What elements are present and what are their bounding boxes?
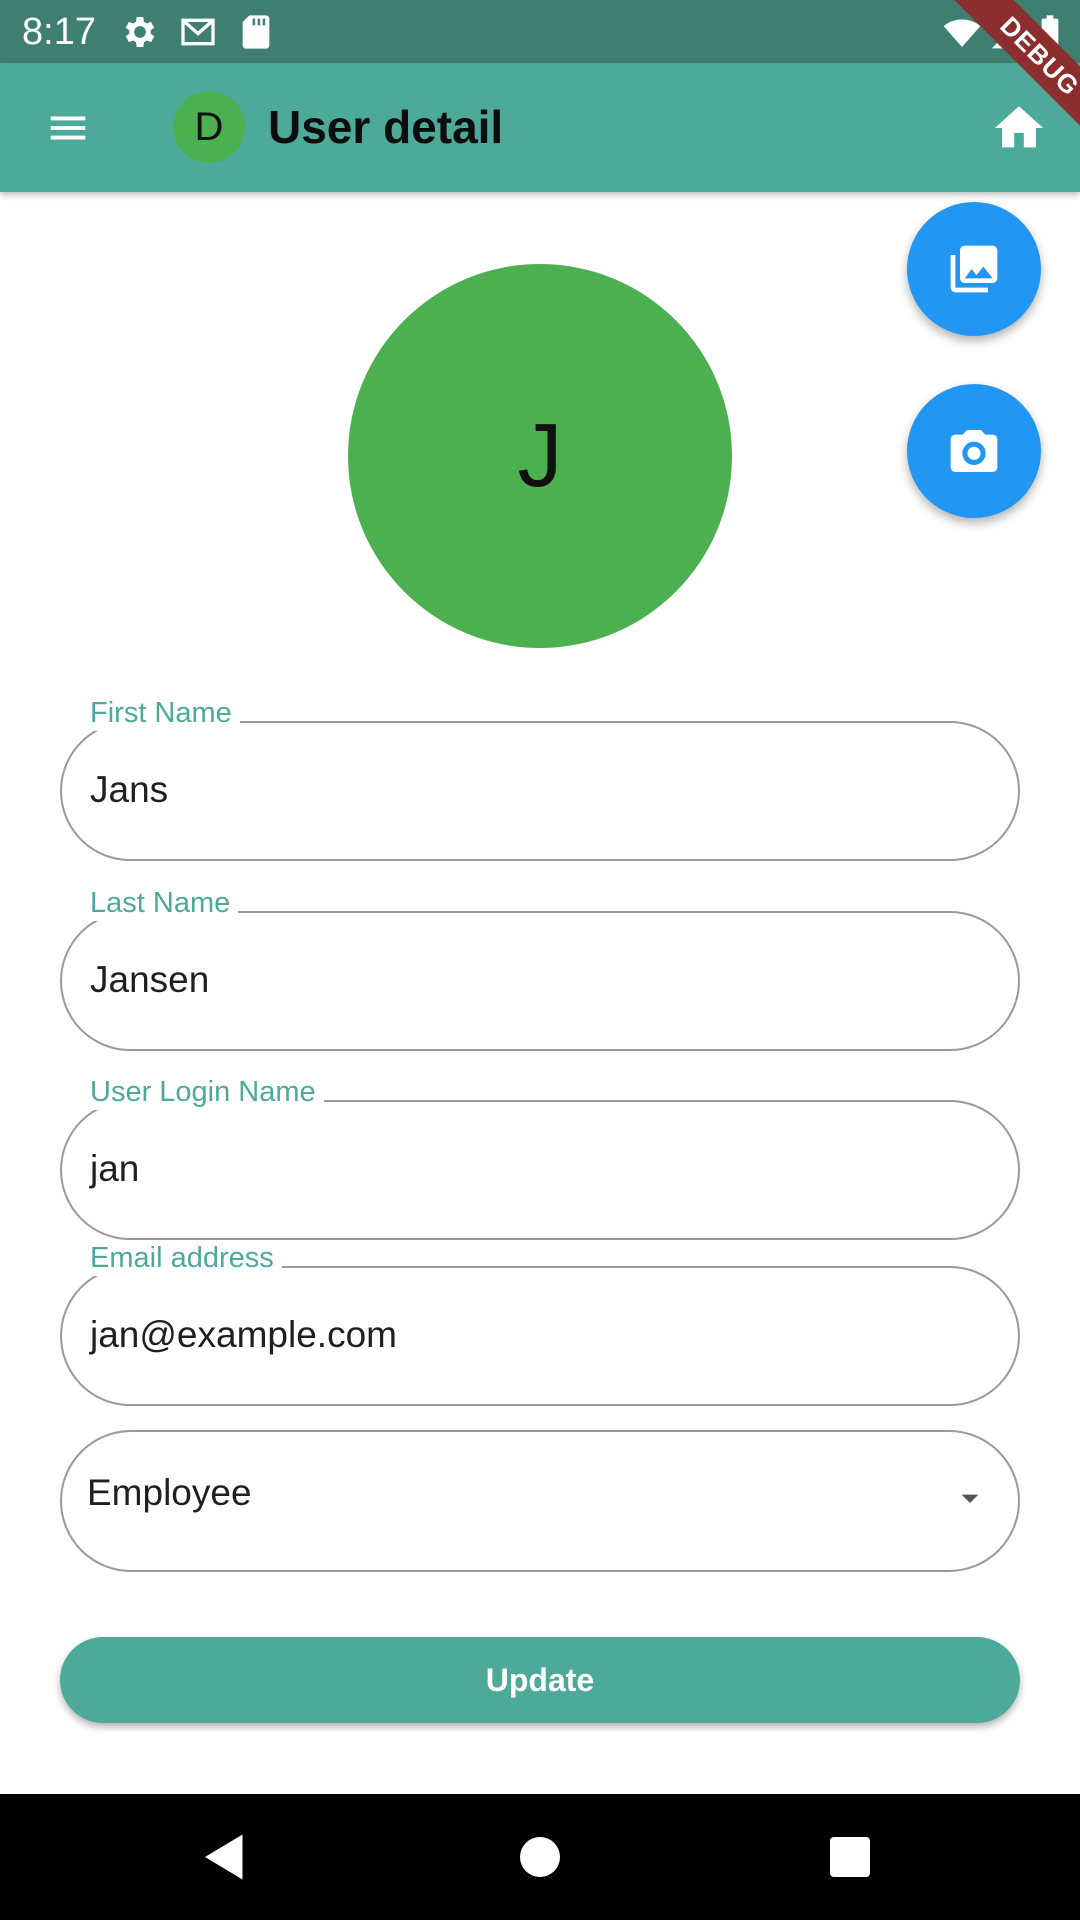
app-bar: D User detail [0, 63, 1080, 192]
screen: 8:17 D User detail DEBUG J First Name Ja… [0, 0, 1080, 1920]
last-name-label: Last Name [82, 885, 239, 921]
back-icon [205, 1834, 243, 1880]
camera-button[interactable] [907, 384, 1041, 518]
first-name-value: Jans [90, 769, 169, 810]
first-name-field[interactable]: First Name Jans [60, 695, 1020, 861]
gallery-button[interactable] [907, 202, 1041, 336]
nav-recents-button[interactable] [820, 1827, 880, 1887]
navigation-bar [0, 1794, 1080, 1920]
page-title: User detail [268, 101, 504, 153]
login-name-value: jan [90, 1148, 140, 1189]
menu-button[interactable] [30, 90, 105, 165]
nav-back-button[interactable] [195, 1827, 255, 1887]
role-value: Employee [87, 1472, 252, 1513]
camera-icon [950, 430, 998, 472]
gmail-icon [178, 12, 218, 52]
profile-avatar: J [348, 264, 732, 648]
last-name-field[interactable]: Last Name Jansen [60, 885, 1020, 1051]
email-label: Email address [82, 1240, 282, 1276]
status-time: 8:17 [22, 11, 96, 53]
nav-home-button[interactable] [510, 1827, 570, 1887]
first-name-label: First Name [82, 695, 240, 731]
recents-icon [830, 1837, 870, 1877]
gear-icon [120, 12, 160, 52]
arrow-drop-down-icon [950, 1478, 990, 1518]
update-button[interactable]: Update [60, 1637, 1020, 1723]
home-icon [994, 106, 1044, 148]
home-circle-icon [520, 1837, 560, 1877]
menu-icon [50, 116, 85, 139]
email-value: jan@example.com [90, 1314, 397, 1355]
role-dropdown[interactable]: Employee [60, 1430, 1020, 1572]
login-name-label: User Login Name [82, 1074, 324, 1110]
app-bar-avatar[interactable]: D [173, 91, 245, 163]
sd-card-icon [236, 12, 276, 52]
status-bar: 8:17 [0, 0, 1080, 63]
photo-library-icon [950, 245, 998, 293]
email-field[interactable]: Email address jan@example.com [60, 1240, 1020, 1406]
login-name-field[interactable]: User Login Name jan [60, 1074, 1020, 1240]
home-button[interactable] [990, 99, 1048, 157]
last-name-value: Jansen [90, 959, 210, 1000]
